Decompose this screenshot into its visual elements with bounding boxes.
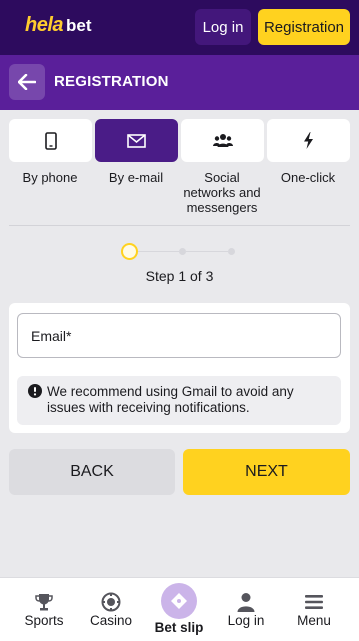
chip-icon (101, 592, 121, 612)
nav-label-sports: Sports (24, 613, 64, 628)
nav-label-bet-slip: Bet slip (154, 620, 204, 635)
back-button[interactable]: BACK (9, 449, 175, 495)
bet-slip-badge (161, 583, 197, 619)
top-header: hela bet Log in Registration (0, 0, 359, 55)
tab-one-click[interactable] (267, 119, 350, 162)
tab-label-social-networks: Social networks and messengers (183, 170, 261, 215)
tab-label-by-phone: By phone (22, 170, 78, 185)
step-indicator-current (121, 243, 138, 260)
tab-by-phone[interactable] (9, 119, 92, 162)
exclamation-circle-icon (28, 384, 42, 398)
login-button[interactable]: Log in (195, 9, 251, 45)
bottom-navigation: Sports Casino Bet slip Log in Menu (0, 577, 359, 641)
logo-text-secondary: bet (66, 16, 92, 35)
title-bar: REGISTRATION (0, 55, 359, 110)
notice-text: We recommend using Gmail to avoid any is… (47, 384, 294, 415)
nav-item-sports[interactable]: Sports (8, 578, 80, 641)
step-connector (186, 251, 228, 252)
email-field[interactable] (17, 313, 341, 358)
ticket-icon (171, 593, 187, 609)
logo-text-primary: hela (25, 14, 64, 36)
trophy-icon (35, 594, 53, 611)
phone-icon (44, 131, 57, 150)
user-icon (237, 593, 255, 612)
page-title: REGISTRATION (54, 73, 169, 90)
gmail-notice: We recommend using Gmail to avoid any is… (17, 376, 341, 425)
nav-item-bet-slip[interactable]: Bet slip (143, 578, 215, 641)
divider (9, 225, 350, 226)
logo[interactable]: hela bet (25, 14, 92, 40)
tab-social-networks[interactable] (181, 119, 264, 162)
nav-item-log-in[interactable]: Log in (210, 578, 282, 641)
registration-form: We recommend using Gmail to avoid any is… (9, 303, 350, 433)
nav-label-menu: Menu (297, 613, 331, 628)
arrow-left-icon (18, 74, 36, 90)
nav-item-menu[interactable]: Menu (278, 578, 350, 641)
lightning-icon (304, 132, 313, 149)
tab-label-one-click: One-click (280, 170, 336, 185)
nav-label-log-in: Log in (227, 613, 265, 628)
back-arrow-button[interactable] (9, 64, 45, 100)
users-icon (212, 134, 233, 147)
registration-button[interactable]: Registration (258, 9, 350, 45)
hamburger-icon (305, 595, 323, 609)
next-button[interactable]: NEXT (183, 449, 350, 495)
tab-label-by-email: By e-mail (108, 170, 164, 185)
tab-by-email[interactable] (95, 119, 178, 162)
step-connector (138, 251, 179, 252)
step-counter: Step 1 of 3 (145, 268, 214, 284)
step-indicator (179, 248, 186, 255)
envelope-icon (127, 133, 146, 148)
nav-item-casino[interactable]: Casino (75, 578, 147, 641)
nav-label-casino: Casino (89, 613, 133, 628)
step-indicator (228, 248, 235, 255)
